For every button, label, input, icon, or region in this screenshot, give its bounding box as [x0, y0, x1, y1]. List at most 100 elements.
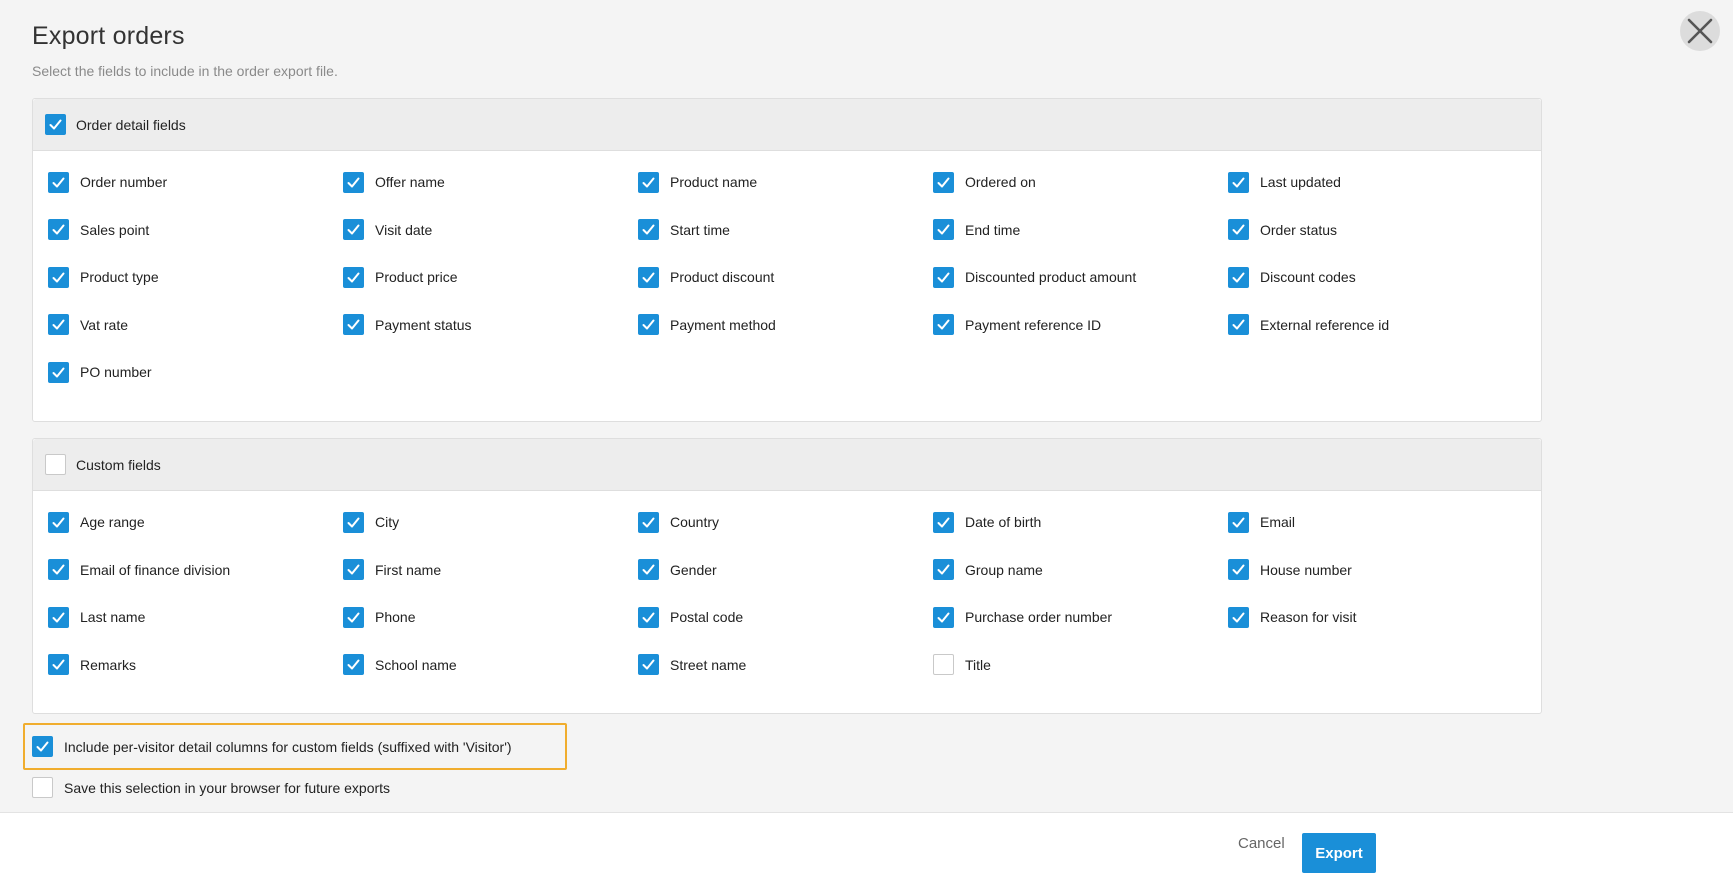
checkmark-icon [347, 517, 360, 527]
field-option[interactable]: Payment method [638, 314, 776, 336]
field-checkbox[interactable] [638, 314, 659, 335]
field-checkbox[interactable] [638, 606, 659, 628]
field-option[interactable]: First name [343, 559, 441, 581]
field-checkbox[interactable] [48, 511, 69, 533]
field-checkbox[interactable] [48, 171, 69, 193]
field-checkbox[interactable] [343, 266, 364, 288]
order-detail-fields-checkbox[interactable] [45, 114, 66, 135]
field-option[interactable]: Gender [638, 559, 717, 581]
field-checkbox[interactable] [343, 171, 364, 193]
custom-fields-header[interactable]: Custom fields [33, 439, 1541, 491]
field-checkbox[interactable] [933, 606, 954, 628]
field-label: Product name [670, 174, 758, 190]
field-checkbox[interactable] [48, 606, 69, 628]
field-checkbox[interactable] [1228, 219, 1249, 240]
field-checkbox[interactable] [933, 171, 954, 193]
field-checkbox[interactable] [1228, 511, 1249, 533]
field-label: Email [1260, 514, 1296, 530]
field-checkbox[interactable] [343, 654, 364, 675]
checkmark-icon [937, 224, 950, 235]
field-checkbox[interactable] [343, 559, 364, 580]
field-option[interactable]: Reason for visit [1228, 606, 1356, 628]
order-detail-fields-header[interactable]: Order detail fields [33, 99, 1541, 151]
field-option[interactable]: Payment status [343, 314, 472, 336]
field-checkbox[interactable] [343, 606, 364, 628]
field-checkbox[interactable] [638, 171, 659, 193]
field-option[interactable]: Email [1228, 511, 1295, 533]
field-option[interactable]: Discounted product amount [933, 266, 1136, 288]
field-label: Payment method [670, 316, 776, 333]
field-option[interactable]: Offer name [343, 171, 445, 193]
field-option[interactable]: Phone [343, 606, 415, 628]
field-option[interactable]: Street name [638, 654, 746, 676]
field-option[interactable]: Order number [48, 171, 167, 193]
checkmark-icon [347, 224, 360, 235]
field-checkbox[interactable] [638, 219, 659, 240]
save-selection-option[interactable]: Save this selection in your browser for … [32, 777, 390, 798]
field-checkbox[interactable] [933, 266, 954, 288]
field-option[interactable]: Visit date [343, 219, 432, 241]
cancel-button[interactable]: Cancel [1230, 835, 1293, 852]
field-checkbox[interactable] [933, 314, 954, 335]
field-option[interactable]: Last name [48, 606, 145, 628]
field-option[interactable]: Product type [48, 266, 159, 288]
field-checkbox[interactable] [638, 266, 659, 288]
field-option[interactable]: Title [933, 654, 991, 676]
field-checkbox[interactable] [1228, 266, 1249, 288]
field-option[interactable]: Group name [933, 559, 1043, 581]
field-checkbox[interactable] [48, 266, 69, 288]
field-checkbox[interactable] [638, 511, 659, 533]
field-checkbox[interactable] [933, 511, 954, 533]
field-option[interactable]: Payment reference ID [933, 314, 1101, 336]
field-option[interactable]: Remarks [48, 654, 136, 676]
field-option[interactable]: School name [343, 654, 457, 676]
checkmark-icon [642, 272, 655, 282]
field-checkbox[interactable] [638, 559, 659, 580]
per-visitor-checkbox[interactable] [32, 736, 53, 757]
field-option[interactable]: Postal code [638, 606, 743, 628]
field-checkbox[interactable] [1228, 606, 1249, 628]
checkmark-icon [1232, 319, 1245, 330]
field-checkbox[interactable] [343, 511, 364, 533]
field-checkbox[interactable] [933, 219, 954, 240]
field-option[interactable]: Product price [343, 266, 457, 288]
field-option[interactable]: Date of birth [933, 511, 1041, 533]
field-option[interactable]: Last updated [1228, 171, 1341, 193]
export-button[interactable]: Export [1302, 833, 1376, 873]
field-option[interactable]: Start time [638, 219, 730, 241]
field-option[interactable]: Sales point [48, 219, 149, 241]
field-option[interactable]: Purchase order number [933, 606, 1112, 628]
per-visitor-option[interactable]: Include per-visitor detail columns for c… [32, 736, 512, 757]
field-option[interactable]: Product discount [638, 266, 774, 288]
field-checkbox[interactable] [933, 559, 954, 580]
field-checkbox[interactable] [48, 559, 69, 580]
field-option[interactable]: PO number [48, 361, 152, 383]
field-option[interactable]: External reference id [1228, 314, 1389, 336]
field-checkbox[interactable] [1228, 314, 1249, 335]
field-option[interactable]: House number [1228, 559, 1352, 581]
field-option[interactable]: Email of finance division [48, 559, 230, 581]
field-checkbox[interactable] [48, 314, 69, 335]
save-selection-checkbox[interactable] [32, 777, 53, 798]
field-checkbox[interactable] [933, 654, 954, 675]
field-checkbox[interactable] [638, 654, 659, 675]
field-option[interactable]: City [343, 511, 399, 533]
field-checkbox[interactable] [1228, 559, 1249, 580]
field-checkbox[interactable] [48, 219, 69, 240]
field-checkbox[interactable] [48, 654, 69, 675]
field-checkbox[interactable] [343, 219, 364, 240]
field-checkbox[interactable] [48, 361, 69, 383]
field-option[interactable]: End time [933, 219, 1020, 241]
field-checkbox[interactable] [343, 314, 364, 335]
close-button[interactable] [1680, 11, 1720, 51]
field-option[interactable]: Age range [48, 511, 145, 533]
checkmark-icon [1232, 272, 1245, 282]
custom-fields-checkbox[interactable] [45, 454, 66, 475]
field-checkbox[interactable] [1228, 171, 1249, 193]
field-option[interactable]: Ordered on [933, 171, 1036, 193]
field-option[interactable]: Product name [638, 171, 757, 193]
field-option[interactable]: Discount codes [1228, 266, 1356, 288]
field-option[interactable]: Country [638, 511, 719, 533]
field-option[interactable]: Vat rate [48, 314, 128, 336]
field-option[interactable]: Order status [1228, 219, 1337, 241]
